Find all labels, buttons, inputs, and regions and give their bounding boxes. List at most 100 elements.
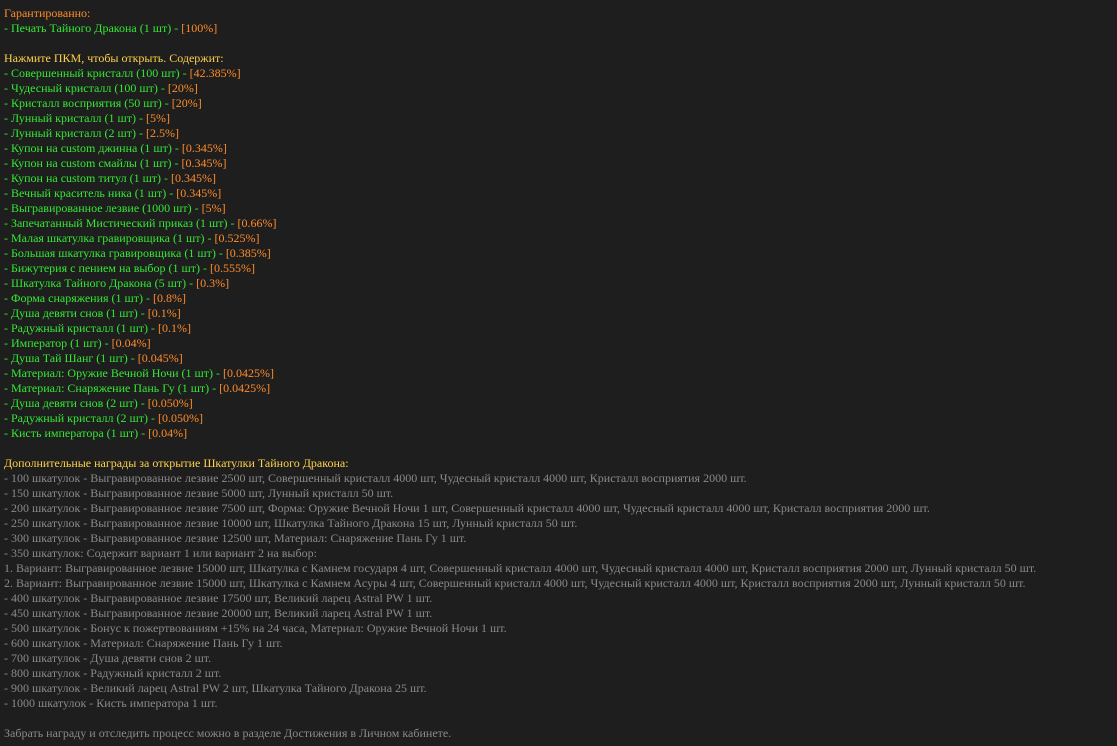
footer-note: Забрать награду и отследить процесс можн… xyxy=(4,726,452,740)
item-chance: [0.0425%] xyxy=(219,381,271,395)
item-name: - Материал: Оружие Вечной Ночи (1 шт) - xyxy=(4,366,224,380)
bonus-reward-line: - 100 шкатулок - Выгравированное лезвие … xyxy=(4,471,747,485)
content-item: - Лунный кристалл (2 шт) - [2.5%] xyxy=(4,126,1117,141)
bonus-reward-line: - 900 шкатулок - Великий ларец Astral PW… xyxy=(4,681,427,695)
bonus-reward-line: - 350 шкатулок: Содержит вариант 1 или в… xyxy=(4,546,317,560)
item-name: - Чудесный кристалл (100 шт) - xyxy=(4,81,168,95)
bonus-reward-line: - 450 шкатулок - Выгравированное лезвие … xyxy=(4,606,433,620)
item-chance: [20%] xyxy=(171,96,202,110)
content-item: - Форма снаряжения (1 шт) - [0.8%] xyxy=(4,291,1117,306)
content-item: - Запечатанный Мистический приказ (1 шт)… xyxy=(4,216,1117,231)
content-item: - Радужный кристалл (2 шт) - [0.050%] xyxy=(4,411,1117,426)
content-item: - Чудесный кристалл (100 шт) - [20%] xyxy=(4,81,1117,96)
guaranteed-title: Гарантированно: xyxy=(4,6,91,20)
item-chance: [5%] xyxy=(201,201,226,215)
bonus-reward-line: - 800 шкатулок - Радужный кристалл 2 шт. xyxy=(4,666,222,680)
item-chance: [0.525%] xyxy=(214,231,260,245)
content-item: - Кисть императора (1 шт) - [0.04%] xyxy=(4,426,1117,441)
item-chance: [0.1%] xyxy=(158,321,191,335)
item-name: - Материал: Снаряжение Пань Гу (1 шт) - xyxy=(4,381,220,395)
bonus-reward-line: 2. Вариант: Выгравированное лезвие 15000… xyxy=(4,576,1026,590)
item-name: - Купон на custom джинна (1 шт) - xyxy=(4,141,182,155)
bonus-list: - 100 шкатулок - Выгравированное лезвие … xyxy=(4,471,1117,711)
item-name: - Печать Тайного Дракона (1 шт) - xyxy=(4,21,182,35)
content-item: - Материал: Снаряжение Пань Гу (1 шт) - … xyxy=(4,381,1117,396)
bonus-reward-line: - 500 шкатулок - Бонус к пожертвованиям … xyxy=(4,621,507,635)
item-chance: [0.04%] xyxy=(148,426,188,440)
item-chance: [2.5%] xyxy=(146,126,180,140)
item-name: - Лунный кристалл (1 шт) - xyxy=(4,111,147,125)
content-item: - Купон на custom титул (1 шт) - [0.345%… xyxy=(4,171,1117,186)
bonus-reward-line: 1. Вариант: Выгравированное лезвие 15000… xyxy=(4,561,1037,575)
item-chance: [0.04%] xyxy=(111,336,151,350)
content-item: - Большая шкатулка гравировщика (1 шт) -… xyxy=(4,246,1117,261)
bonus-reward-line: - 700 шкатулок - Душа девяти снов 2 шт. xyxy=(4,651,212,665)
content-item: - Малая шкатулка гравировщика (1 шт) - [… xyxy=(4,231,1117,246)
item-chance: [0.345%] xyxy=(181,141,227,155)
bonus-reward-line: - 300 шкатулок - Выгравированное лезвие … xyxy=(4,531,467,545)
item-chance: [20%] xyxy=(167,81,198,95)
item-name: - Император (1 шт) - xyxy=(4,336,112,350)
item-chance: [5%] xyxy=(146,111,171,125)
content-item: - Душа Тай Шанг (1 шт) - [0.045%] xyxy=(4,351,1117,366)
item-name: - Бижутерия с пением на выбор (1 шт) - xyxy=(4,261,211,275)
content-item: - Материал: Оружие Вечной Ночи (1 шт) - … xyxy=(4,366,1117,381)
contents-list: - Совершенный кристалл (100 шт) - [42.38… xyxy=(4,66,1117,441)
item-tooltip: Гарантированно: - Печать Тайного Дракона… xyxy=(0,0,1117,741)
item-name: - Купон на custom титул (1 шт) - xyxy=(4,171,172,185)
item-name: - Форма снаряжения (1 шт) - xyxy=(4,291,154,305)
item-name: - Вечный краситель ника (1 шт) - xyxy=(4,186,177,200)
item-name: - Большая шкатулка гравировщика (1 шт) - xyxy=(4,246,226,260)
item-name: - Запечатанный Мистический приказ (1 шт)… xyxy=(4,216,238,230)
content-item: - Купон на custom смайлы (1 шт) - [0.345… xyxy=(4,156,1117,171)
content-item: - Император (1 шт) - [0.04%] xyxy=(4,336,1117,351)
bonus-reward-line: - 600 шкатулок - Материал: Снаряжение Па… xyxy=(4,636,283,650)
item-chance: [0.66%] xyxy=(237,216,277,230)
content-item: - Лунный кристалл (1 шт) - [5%] xyxy=(4,111,1117,126)
bonus-reward-line: - 400 шкатулок - Выгравированное лезвие … xyxy=(4,591,433,605)
content-item: - Выгравированное лезвие (1000 шт) - [5%… xyxy=(4,201,1117,216)
content-item: - Купон на custom джинна (1 шт) - [0.345… xyxy=(4,141,1117,156)
item-chance: [42.385%] xyxy=(189,66,241,80)
item-chance: [0.345%] xyxy=(181,156,227,170)
item-chance: [0.3%] xyxy=(196,276,230,290)
item-name: - Душа девяти снов (2 шт) - xyxy=(4,396,148,410)
item-chance: [0.050%] xyxy=(158,411,203,425)
bonus-reward-line: - 250 шкатулок - Выгравированное лезвие … xyxy=(4,516,578,530)
item-name: - Душа Тай Шанг (1 шт) - xyxy=(4,351,138,365)
content-item: - Радужный кристалл (1 шт) - [0.1%] xyxy=(4,321,1117,336)
item-chance: [0.555%] xyxy=(210,261,256,275)
item-chance: [0.345%] xyxy=(176,186,222,200)
item-name: - Шкатулка Тайного Дракона (5 шт) - xyxy=(4,276,197,290)
item-name: - Малая шкатулка гравировщика (1 шт) - xyxy=(4,231,215,245)
item-chance: [0.050%] xyxy=(147,396,193,410)
item-name: - Кристалл восприятия (50 шт) - xyxy=(4,96,172,110)
contents-title: Нажмите ПКМ, чтобы открыть. Содержит: xyxy=(4,51,224,65)
content-item: - Шкатулка Тайного Дракона (5 шт) - [0.3… xyxy=(4,276,1117,291)
content-item: - Душа девяти снов (2 шт) - [0.050%] xyxy=(4,396,1117,411)
item-name: - Радужный кристалл (2 шт) - xyxy=(4,411,158,425)
content-item: - Совершенный кристалл (100 шт) - [42.38… xyxy=(4,66,1117,81)
item-chance: [100%] xyxy=(181,21,218,35)
item-chance: [0.385%] xyxy=(225,246,271,260)
item-chance: [0.1%] xyxy=(147,306,181,320)
content-item: - Бижутерия с пением на выбор (1 шт) - [… xyxy=(4,261,1117,276)
item-chance: [0.345%] xyxy=(171,171,217,185)
item-name: - Радужный кристалл (1 шт) - xyxy=(4,321,158,335)
item-chance: [0.045%] xyxy=(137,351,183,365)
content-item: - Вечный краситель ника (1 шт) - [0.345%… xyxy=(4,186,1117,201)
bonus-reward-line: - 150 шкатулок - Выгравированное лезвие … xyxy=(4,486,394,500)
guaranteed-item: - Печать Тайного Дракона (1 шт) - [100%] xyxy=(4,21,1117,36)
item-name: - Купон на custom смайлы (1 шт) - xyxy=(4,156,182,170)
item-chance: [0.8%] xyxy=(153,291,187,305)
content-item: - Душа девяти снов (1 шт) - [0.1%] xyxy=(4,306,1117,321)
bonus-reward-line: - 1000 шкатулок - Кисть императора 1 шт. xyxy=(4,696,218,710)
item-name: - Выгравированное лезвие (1000 шт) - xyxy=(4,201,202,215)
item-chance: [0.0425%] xyxy=(223,366,275,380)
item-name: - Лунный кристалл (2 шт) - xyxy=(4,126,147,140)
item-name: - Кисть императора (1 шт) - xyxy=(4,426,149,440)
guaranteed-list: - Печать Тайного Дракона (1 шт) - [100%] xyxy=(4,21,1117,36)
